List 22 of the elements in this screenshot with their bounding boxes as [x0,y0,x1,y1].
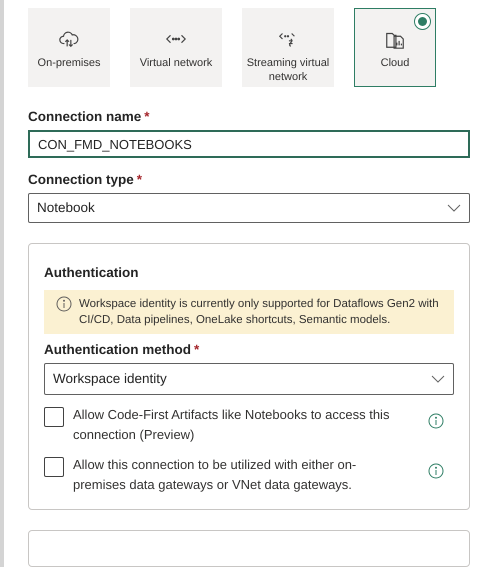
connection-type-dropdown[interactable]: Notebook [28,193,470,223]
field-label: Authentication method * [44,342,200,357]
connection-type-tile[interactable]: On-premises [28,8,110,87]
radio-indicator [414,13,431,30]
info-icon [428,412,444,429]
notice-text: Workspace identity is currently only supported for Dataflows Gen2 with CI/CD, Data pipelines, OneLake shortcuts, Semantic models. [79,296,440,328]
connection-type-tile[interactable]: Streaming virtual network [242,8,334,87]
checkbox-label: Allow this connection to be utilized with either on-premises data gateways or VNet data gateways. [73,456,358,494]
chevron-down-icon [431,374,445,383]
checkbox[interactable] [44,406,64,427]
field-label: Connection type * [28,172,144,188]
connection-type-tile[interactable]: Virtual network [130,8,222,87]
connection-type-tile[interactable]: Cloud [354,8,436,87]
checkbox[interactable] [44,456,64,477]
chevron-down-icon [447,204,461,212]
connection-name-input[interactable]: CON_FMD_NOTEBOOKS [28,130,470,158]
info-icon [428,462,444,479]
field-label: Connection name * [28,109,151,124]
checkbox-label: Allow Code-First Artifacts like Notebooks to access this connection (Preview) [73,406,390,444]
authentication-method-dropdown[interactable]: Workspace identity [44,362,454,395]
info-icon [56,296,72,312]
section-title: Authentication [44,264,140,280]
